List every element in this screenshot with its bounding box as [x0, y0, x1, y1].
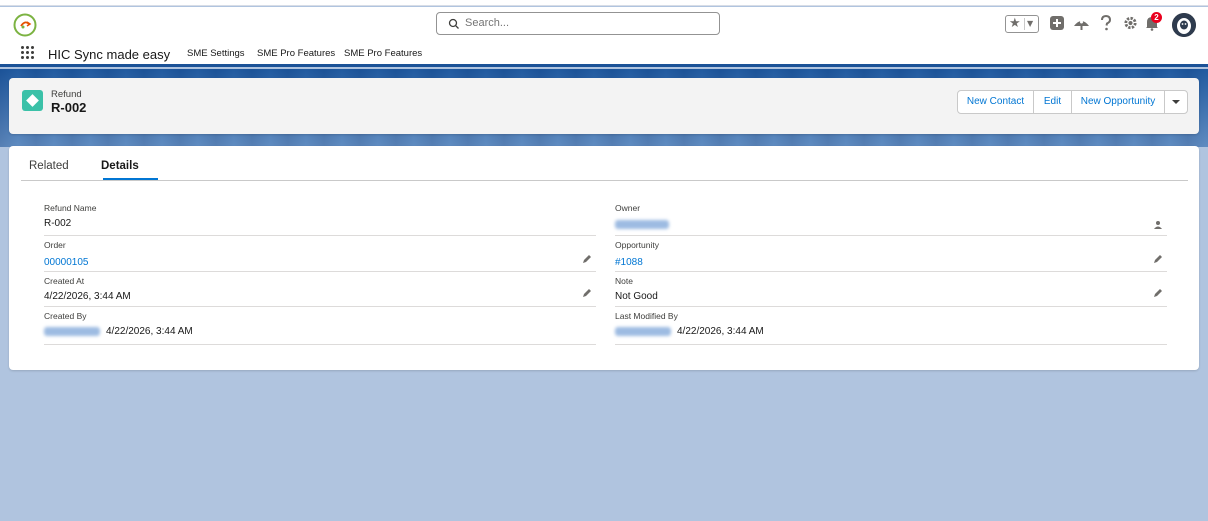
nav-item-sme-settings[interactable]: SME Settings [187, 48, 245, 59]
field-order: Order 00000105 [44, 240, 596, 272]
notification-count-badge: 2 [1151, 12, 1162, 23]
app-logo-icon[interactable] [12, 12, 38, 38]
global-create-icon[interactable] [1049, 15, 1065, 31]
field-created-at: Created At 4/22/2026, 3:44 AM [44, 276, 596, 307]
chevron-down-icon [1172, 100, 1180, 104]
field-value-wrapper: 4/22/2026, 3:44 AM [44, 326, 193, 337]
details-card: Related Details Refund Name R-002 Order … [9, 146, 1199, 370]
astro-avatar-icon [1172, 13, 1196, 37]
favorites-dropdown-icon[interactable]: ▼ [1027, 17, 1033, 31]
user-avatar[interactable] [1172, 13, 1196, 37]
global-header: Search... ★ ▼ 2 [0, 7, 1208, 40]
search-icon [448, 18, 459, 29]
active-tab-indicator [103, 178, 158, 180]
change-owner-icon[interactable] [1153, 220, 1163, 230]
field-last-modified-by: Last Modified By 4/22/2026, 3:44 AM [615, 311, 1167, 345]
field-owner: Owner [615, 203, 1167, 236]
field-label: Created By [44, 311, 87, 321]
field-refund-name: Refund Name R-002 [44, 203, 596, 236]
context-bar: HIC Sync made easy SME Settings SME Pro … [0, 40, 1208, 67]
field-value: R-002 [44, 218, 72, 229]
created-by-date: 4/22/2026, 3:44 AM [106, 326, 193, 337]
refund-object-icon [22, 90, 43, 111]
created-by-user-link[interactable] [44, 326, 100, 336]
global-search-input[interactable]: Search... [436, 12, 720, 35]
trailhead-guide-icon[interactable] [1073, 15, 1090, 31]
field-label: Last Modified By [615, 311, 678, 321]
favorites-divider [1024, 18, 1025, 30]
opportunity-link[interactable]: #1088 [615, 257, 643, 268]
field-opportunity: Opportunity #1088 [615, 240, 1167, 272]
field-note: Note Not Good [615, 276, 1167, 307]
favorites-button[interactable]: ★ ▼ [1005, 15, 1039, 33]
field-value: 4/22/2026, 3:44 AM [44, 291, 131, 302]
new-contact-button[interactable]: New Contact [957, 90, 1034, 114]
record-highlights-panel: Refund R-002 New Contact Edit New Opport… [9, 78, 1199, 134]
help-icon[interactable] [1100, 15, 1112, 31]
field-label: Refund Name [44, 203, 97, 213]
last-modified-by-user-link[interactable] [615, 326, 671, 336]
field-value-wrapper: 4/22/2026, 3:44 AM [615, 326, 764, 337]
edit-pencil-icon[interactable] [582, 288, 592, 298]
field-label: Owner [615, 203, 641, 213]
more-actions-button[interactable] [1164, 90, 1188, 114]
field-label: Opportunity [615, 240, 659, 250]
order-link[interactable]: 00000105 [44, 257, 89, 268]
field-label: Order [44, 240, 66, 250]
app-launcher-icon[interactable] [21, 46, 35, 60]
edit-pencil-icon[interactable] [582, 254, 592, 264]
tab-details[interactable]: Details [101, 160, 139, 172]
nav-item-sme-pro-features[interactable]: SME Pro Features [257, 48, 335, 59]
edit-button[interactable]: Edit [1033, 90, 1072, 114]
search-placeholder: Search... [465, 17, 510, 29]
app-name: HIC Sync made easy [48, 47, 171, 62]
top-strip [0, 0, 1208, 6]
edit-pencil-icon[interactable] [1153, 254, 1163, 264]
new-opportunity-button[interactable]: New Opportunity [1071, 90, 1165, 114]
tab-related[interactable]: Related [29, 160, 69, 172]
owner-user-link[interactable] [615, 219, 669, 230]
edit-pencil-icon[interactable] [1153, 288, 1163, 298]
field-label: Created At [44, 276, 85, 286]
star-icon: ★ [1009, 16, 1021, 31]
setup-gear-icon[interactable] [1123, 15, 1138, 31]
field-label: Note [615, 276, 633, 286]
field-created-by: Created By 4/22/2026, 3:44 AM [44, 311, 596, 345]
last-modified-date: 4/22/2026, 3:44 AM [677, 326, 764, 337]
nav-item-sme-pro-features-2[interactable]: SME Pro Features [344, 48, 422, 59]
record-tabs: Related Details [21, 146, 1188, 181]
object-type-label: Refund [51, 89, 82, 100]
record-title: R-002 [51, 100, 87, 115]
field-value: Not Good [615, 291, 658, 302]
